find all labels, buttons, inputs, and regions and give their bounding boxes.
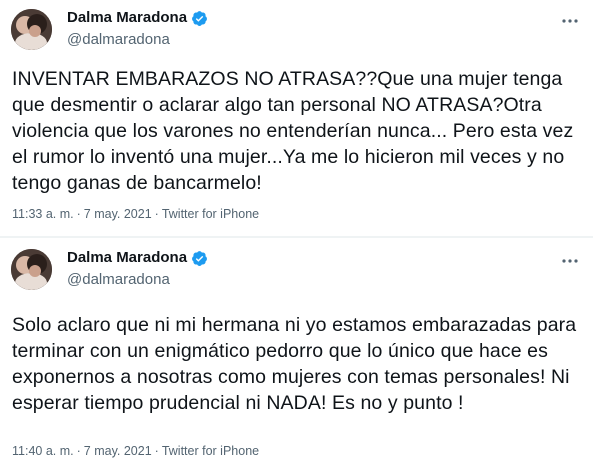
- meta-separator: ·: [76, 207, 81, 221]
- more-options-icon[interactable]: [561, 252, 579, 270]
- tweet-date[interactable]: 7 may. 2021: [84, 444, 152, 458]
- avatar[interactable]: [11, 9, 52, 50]
- more-options-icon[interactable]: [561, 12, 579, 30]
- tweet-text: Solo aclaro que ni mi hermana ni yo esta…: [12, 314, 577, 414]
- meta-separator: ·: [154, 207, 159, 221]
- tweet-date[interactable]: 7 may. 2021: [84, 207, 152, 221]
- tweet-metadata: 11:40 a. m. · 7 may. 2021 · Twitter for iPho…: [12, 443, 259, 459]
- tweet-source[interactable]: Twitter for iPhone: [162, 207, 259, 221]
- avatar[interactable]: [11, 249, 52, 290]
- tweet-card[interactable]: Dalma Maradona @dalmaradona Solo aclaro …: [0, 238, 593, 476]
- tweet-source[interactable]: Twitter for iPhone: [162, 444, 259, 458]
- user-handle[interactable]: @dalmaradona: [67, 30, 170, 50]
- user-handle[interactable]: @dalmaradona: [67, 270, 170, 290]
- meta-separator: ·: [154, 444, 159, 458]
- display-name[interactable]: Dalma Maradona: [67, 248, 187, 268]
- tweet-metadata: 11:33 a. m. · 7 may. 2021 · Twitter for iPho…: [12, 206, 259, 222]
- tweet-card[interactable]: Dalma Maradona @dalmaradona INVENTAR EMB…: [0, 0, 593, 236]
- display-name[interactable]: Dalma Maradona: [67, 8, 187, 28]
- meta-separator: ·: [76, 444, 81, 458]
- tweet-time[interactable]: 11:33 a. m.: [12, 207, 74, 221]
- tweet-text: INVENTAR EMBARAZOS NO ATRASA??Que una mu…: [12, 68, 574, 194]
- verified-badge-icon: [191, 10, 208, 27]
- tweet-time[interactable]: 11:40 a. m.: [12, 444, 74, 458]
- verified-badge-icon: [191, 250, 208, 267]
